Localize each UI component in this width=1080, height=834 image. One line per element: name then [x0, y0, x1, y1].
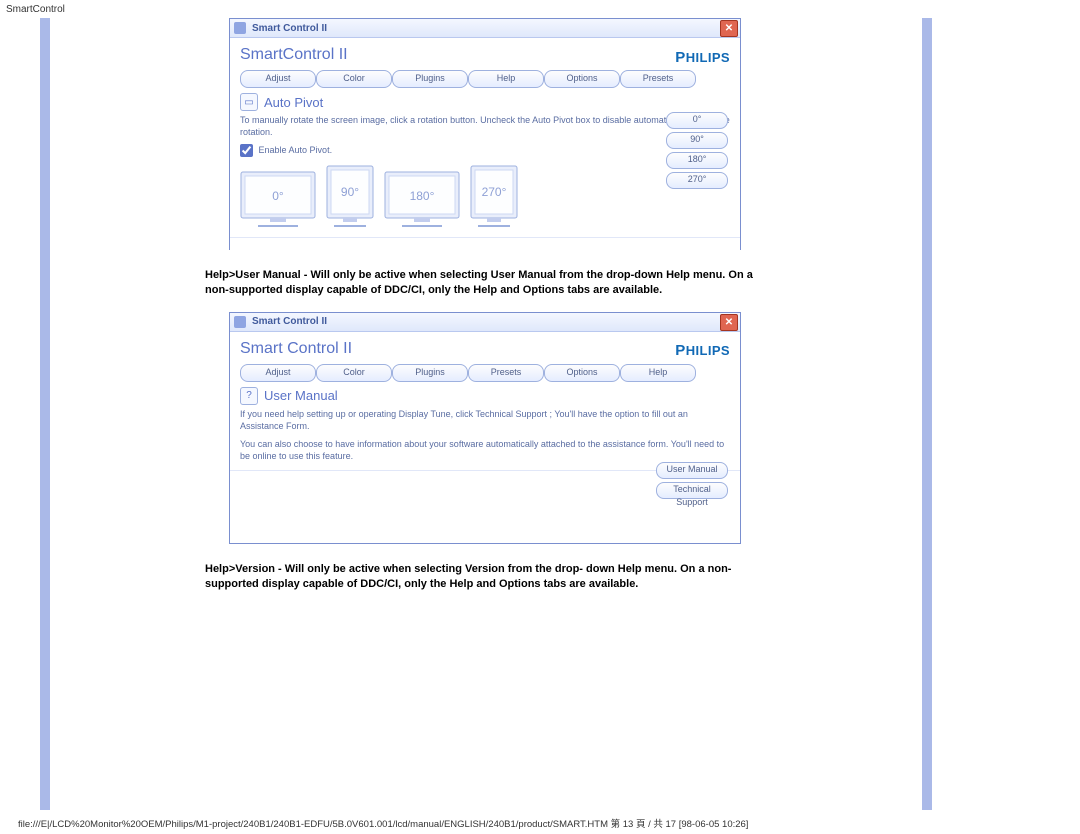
- instruction-text-1: If you need help setting up or operating…: [240, 408, 730, 432]
- rotation-180-thumb[interactable]: 180°: [384, 171, 460, 229]
- user-manual-button[interactable]: User Manual: [656, 462, 728, 479]
- decorative-bar-left: [40, 18, 50, 810]
- tab-plugins[interactable]: Plugins: [392, 364, 468, 382]
- rotate-270-button[interactable]: 270°: [666, 172, 728, 189]
- rotation-0-thumb[interactable]: 0°: [240, 171, 316, 229]
- checkbox-label: Enable Auto Pivot.: [259, 145, 333, 155]
- tab-row: Adjust Color Plugins Help Options Preset…: [240, 70, 730, 88]
- section-title: Auto Pivot: [264, 95, 323, 110]
- rotate-90-button[interactable]: 90°: [666, 132, 728, 149]
- tab-options[interactable]: Options: [544, 364, 620, 382]
- manual-icon: ?: [240, 387, 258, 405]
- paragraph-user-manual: Help>User Manual - Will only be active w…: [205, 268, 765, 298]
- tab-plugins[interactable]: Plugins: [392, 70, 468, 88]
- rotate-0-button[interactable]: 0°: [666, 112, 728, 129]
- window-title-bar: Smart Control II ✕: [230, 313, 740, 332]
- svg-text:90°: 90°: [341, 185, 359, 199]
- rotation-buttons: 0° 90° 180° 270°: [666, 112, 728, 189]
- window-title-bar: Smart Control II ✕: [230, 19, 740, 38]
- instruction-text: To manually rotate the screen image, cli…: [240, 114, 730, 138]
- app-icon: [234, 316, 246, 328]
- rotation-thumbnails: 0° 90°: [240, 165, 730, 229]
- tab-adjust[interactable]: Adjust: [240, 364, 316, 382]
- rotate-180-button[interactable]: 180°: [666, 152, 728, 169]
- svg-text:180°: 180°: [410, 189, 435, 203]
- tab-options[interactable]: Options: [544, 70, 620, 88]
- technical-support-button[interactable]: Technical Support: [656, 482, 728, 499]
- section-title: User Manual: [264, 388, 338, 403]
- tab-help[interactable]: Help: [468, 70, 544, 88]
- rotation-270-thumb[interactable]: 270°: [470, 165, 518, 229]
- svg-text:0°: 0°: [272, 189, 284, 203]
- tab-help[interactable]: Help: [620, 364, 696, 382]
- close-icon[interactable]: ✕: [720, 20, 738, 37]
- brand-logo: PHILIPS: [675, 342, 730, 359]
- footer-path: file:///E|/LCD%20Monitor%20OEM/Philips/M…: [18, 816, 748, 830]
- page-header-text: SmartControl: [0, 0, 1080, 19]
- decorative-bar-right: [922, 18, 932, 810]
- window-title: Smart Control II: [252, 316, 327, 327]
- window-title: Smart Control II: [252, 23, 327, 34]
- smartcontrol-window-autopivot: Smart Control II ✕ SmartControl II PHILI…: [229, 18, 741, 250]
- tab-adjust[interactable]: Adjust: [240, 70, 316, 88]
- brand-logo: PHILIPS: [675, 49, 730, 66]
- autopivot-icon: ▭: [240, 93, 258, 111]
- help-buttons: User Manual Technical Support: [656, 462, 728, 499]
- app-heading: Smart Control II: [240, 340, 352, 358]
- enable-autopivot-checkbox[interactable]: [240, 144, 253, 157]
- app-heading: SmartControl II: [240, 46, 348, 64]
- tab-presets[interactable]: Presets: [468, 364, 544, 382]
- svg-text:270°: 270°: [482, 185, 507, 199]
- smartcontrol-window-usermanual: Smart Control II ✕ Smart Control II PHIL…: [229, 312, 741, 544]
- instruction-text-2: You can also choose to have information …: [240, 438, 730, 462]
- tab-color[interactable]: Color: [316, 364, 392, 382]
- app-icon: [234, 22, 246, 34]
- tab-color[interactable]: Color: [316, 70, 392, 88]
- tab-presets[interactable]: Presets: [620, 70, 696, 88]
- rotation-90-thumb[interactable]: 90°: [326, 165, 374, 229]
- tab-row: Adjust Color Plugins Presets Options Hel…: [240, 364, 730, 382]
- close-icon[interactable]: ✕: [720, 314, 738, 331]
- paragraph-version: Help>Version - Will only be active when …: [205, 562, 765, 592]
